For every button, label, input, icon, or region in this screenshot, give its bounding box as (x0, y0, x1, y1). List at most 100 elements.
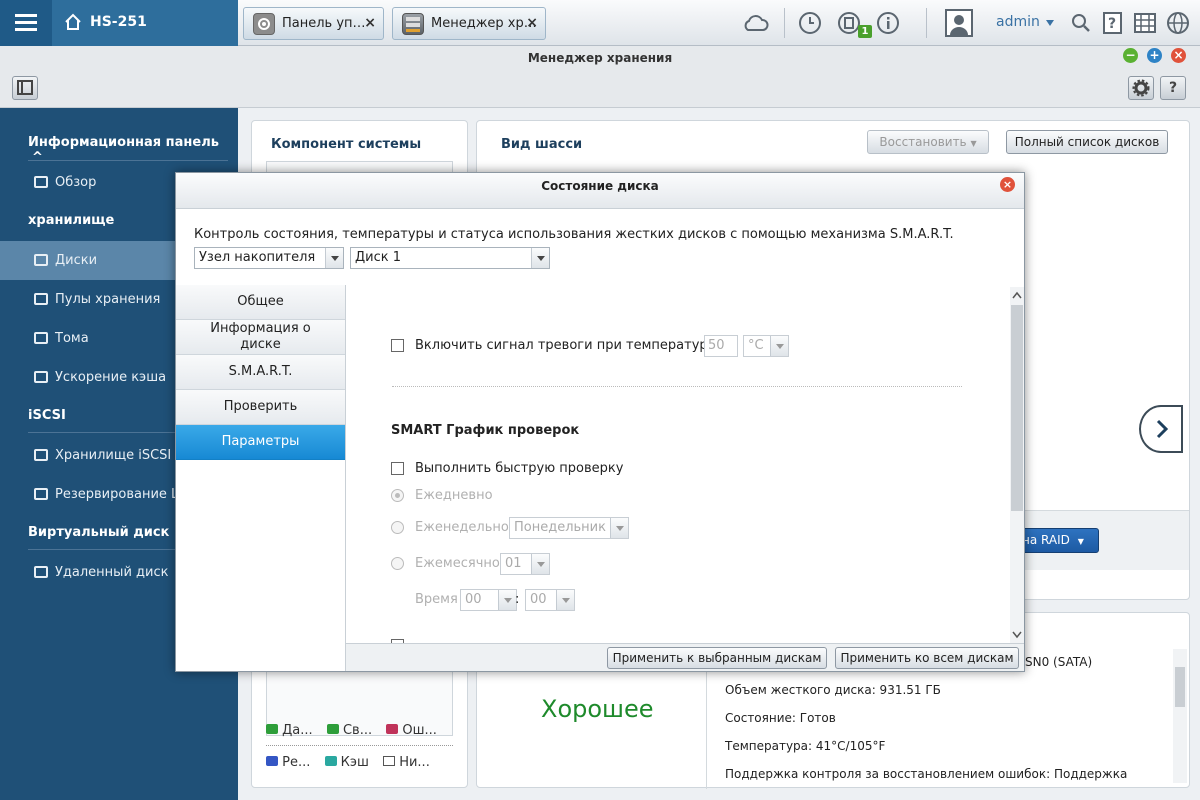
next-arrow-button[interactable] (1139, 405, 1183, 453)
help-icon[interactable]: ? (1101, 11, 1125, 35)
dialog-nav: Общее Информация о диске S.M.A.R.T. Пров… (176, 285, 346, 671)
panel-icon (17, 80, 33, 95)
nav-general[interactable]: Общее (176, 285, 345, 320)
divider (392, 386, 962, 387)
scroll-thumb[interactable] (1175, 667, 1185, 707)
temperature-alarm-checkbox[interactable] (391, 339, 404, 352)
clock-icon[interactable] (798, 11, 822, 35)
search-icon[interactable] (1069, 11, 1093, 35)
window-close-button[interactable]: × (1171, 48, 1186, 63)
chevron-down-icon[interactable] (1046, 20, 1054, 26)
reserve-legend-icon (266, 756, 278, 766)
scroll-up-icon[interactable] (1012, 291, 1022, 299)
content-scrollbar[interactable] (1010, 287, 1024, 643)
node-select[interactable]: Узел накопителя (194, 247, 344, 269)
button-label: на RAID (1022, 533, 1070, 547)
chevron-down-icon (325, 248, 343, 268)
nav-disk-info[interactable]: Информация о диске (176, 320, 345, 355)
daily-radio[interactable] (391, 489, 404, 502)
temperature-unit-select[interactable]: °C (743, 335, 789, 357)
chevron-down-icon (498, 590, 516, 610)
tab-close-icon[interactable]: × (364, 15, 376, 31)
backup-icon (34, 488, 48, 500)
temperature-alarm-label: Включить сигнал тревоги при температуре (415, 338, 716, 353)
select-value: Узел накопителя (199, 250, 316, 265)
display-icon[interactable] (1133, 11, 1157, 35)
month-day-select[interactable]: 01 (500, 553, 550, 575)
nav-settings[interactable]: Параметры (176, 425, 345, 460)
scroll-down-icon[interactable] (1012, 631, 1022, 639)
full-disk-list-button[interactable]: Полный список дисков (1006, 130, 1168, 154)
weekly-radio[interactable] (391, 521, 404, 534)
tab-storage-manager[interactable]: Менеджер хр… × (392, 7, 546, 40)
settings-content: Включить сигнал тревоги при температуре … (346, 285, 1024, 643)
panel-title: Компонент системы (271, 137, 422, 152)
weekday-select[interactable]: Понедельник (509, 517, 629, 539)
nav-label: S.M.A.R.T. (228, 364, 293, 379)
hour-select[interactable]: 00 (460, 589, 517, 611)
panel-title: Вид шасси (501, 137, 583, 152)
select-value: 00 (530, 592, 547, 607)
error-recovery-support: Поддержка контроля за восстановлением ош… (725, 767, 1128, 781)
monthly-radio[interactable] (391, 557, 404, 570)
gear-icon (1132, 79, 1150, 97)
sidebar-item-label: Удаленный диск (55, 565, 169, 580)
window-title-bar: Менеджер хранения (0, 46, 1200, 70)
scroll-thumb[interactable] (1011, 305, 1023, 511)
window-toolbar (0, 70, 1200, 108)
sidebar-toggle-button[interactable] (12, 76, 38, 100)
disk-icon (34, 254, 48, 266)
sidebar-item-label: Ускорение кэша (55, 370, 167, 385)
select-value: 00 (465, 592, 482, 607)
chevron-down-icon (556, 590, 574, 610)
tab-close-icon[interactable]: × (526, 15, 538, 31)
restore-button[interactable]: Восстановить ▼ (867, 130, 989, 154)
nav-smart[interactable]: S.M.A.R.T. (176, 355, 345, 390)
list-icon (34, 176, 48, 188)
minimize-button[interactable]: − (1123, 48, 1138, 63)
temperature-threshold-input[interactable]: 50 (704, 335, 738, 357)
nav-label: Общее (237, 294, 284, 309)
weekly-label: Еженедельно (415, 520, 509, 535)
info-scrollbar[interactable] (1173, 649, 1187, 783)
sidebar-section-virtual-disk: Виртуальный диск (28, 525, 170, 540)
disk-model: SN0 (SATA) (1025, 655, 1093, 669)
maximize-button[interactable]: + (1147, 48, 1162, 63)
main-menu-button[interactable] (0, 0, 52, 46)
tab-control-panel[interactable]: Панель уп… × (243, 7, 384, 40)
iscsi-icon (34, 449, 48, 461)
legend: Ре... Кэш Ни... (266, 755, 430, 770)
info-icon[interactable] (876, 11, 900, 35)
chevron-down-icon (770, 336, 788, 356)
quick-test-checkbox[interactable] (391, 462, 404, 475)
legend-label: Ре... (282, 755, 311, 770)
svg-text:?: ? (1108, 16, 1116, 32)
divider (28, 160, 228, 161)
help-button[interactable]: ? (1160, 76, 1186, 100)
disk-select[interactable]: Диск 1 (350, 247, 550, 269)
apply-selected-button[interactable]: Применить к выбранным дискам (607, 647, 827, 669)
home-button[interactable]: HS-251 (52, 0, 238, 46)
apply-all-button[interactable]: Применить ко всем дискам (835, 647, 1019, 669)
globe-icon[interactable] (1166, 11, 1190, 35)
tab-label: Менеджер хр… (431, 16, 537, 31)
chevron-down-icon (531, 248, 549, 268)
daily-label: Ежедневно (415, 488, 493, 503)
gear-icon (253, 13, 275, 35)
chevron-down-icon: ▼ (1077, 537, 1084, 546)
settings-button[interactable] (1128, 76, 1154, 100)
volume-icon (34, 332, 48, 344)
avatar[interactable] (945, 9, 973, 37)
nav-test[interactable]: Проверить (176, 390, 345, 425)
dialog-close-button[interactable]: × (1000, 177, 1015, 192)
disk-temperature: Температура: 41°C/105°F (725, 739, 886, 753)
cloud-icon[interactable] (741, 11, 769, 35)
window-title: Менеджер хранения (527, 51, 673, 65)
sidebar-item-label: Диски (55, 253, 98, 268)
chevron-down-icon (610, 518, 628, 538)
user-name[interactable]: admin (996, 14, 1040, 30)
time-label: Время (415, 592, 458, 607)
minute-select[interactable]: 00 (525, 589, 575, 611)
pool-icon (34, 293, 48, 305)
cache-icon (34, 371, 48, 383)
